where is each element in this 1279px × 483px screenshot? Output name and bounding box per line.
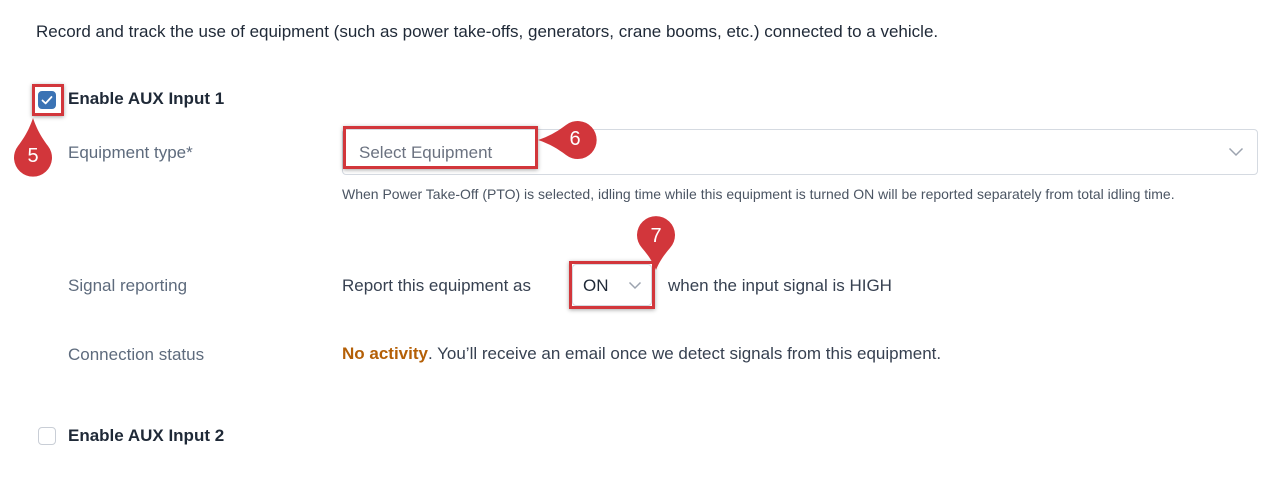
equipment-type-label: Equipment type* — [68, 143, 193, 162]
equipment-settings-page: Record and track the use of equipment (s… — [0, 0, 1279, 483]
connection-status-line: No activity. You’ll receive an email onc… — [342, 344, 941, 364]
signal-reporting-prefix: Report this equipment as — [342, 276, 531, 295]
annotation-marker-5: 5 — [27, 145, 39, 167]
highlight-box-aux1-checkbox — [32, 84, 64, 116]
connection-status-label: Connection status — [68, 345, 205, 364]
chevron-down-icon — [1228, 147, 1244, 157]
aux1-label[interactable]: Enable AUX Input 1 — [68, 89, 224, 109]
intro-text: Record and track the use of equipment (s… — [36, 22, 939, 41]
aux2-label[interactable]: Enable AUX Input 2 — [68, 426, 224, 446]
annotation-marker-6: 6 — [569, 128, 581, 150]
annotation-marker-7: 7 — [650, 225, 662, 247]
signal-reporting-label: Signal reporting — [68, 276, 188, 295]
status-badge: No activity — [342, 344, 428, 363]
aux2-checkbox[interactable] — [38, 427, 56, 445]
signal-reporting-suffix: when the input signal is HIGH — [668, 276, 892, 295]
highlight-box-equipment-select — [343, 126, 538, 169]
equipment-type-helper: When Power Take-Off (PTO) is selected, i… — [342, 186, 1175, 202]
connection-status-message: . You’ll receive an email once we detect… — [427, 344, 942, 363]
